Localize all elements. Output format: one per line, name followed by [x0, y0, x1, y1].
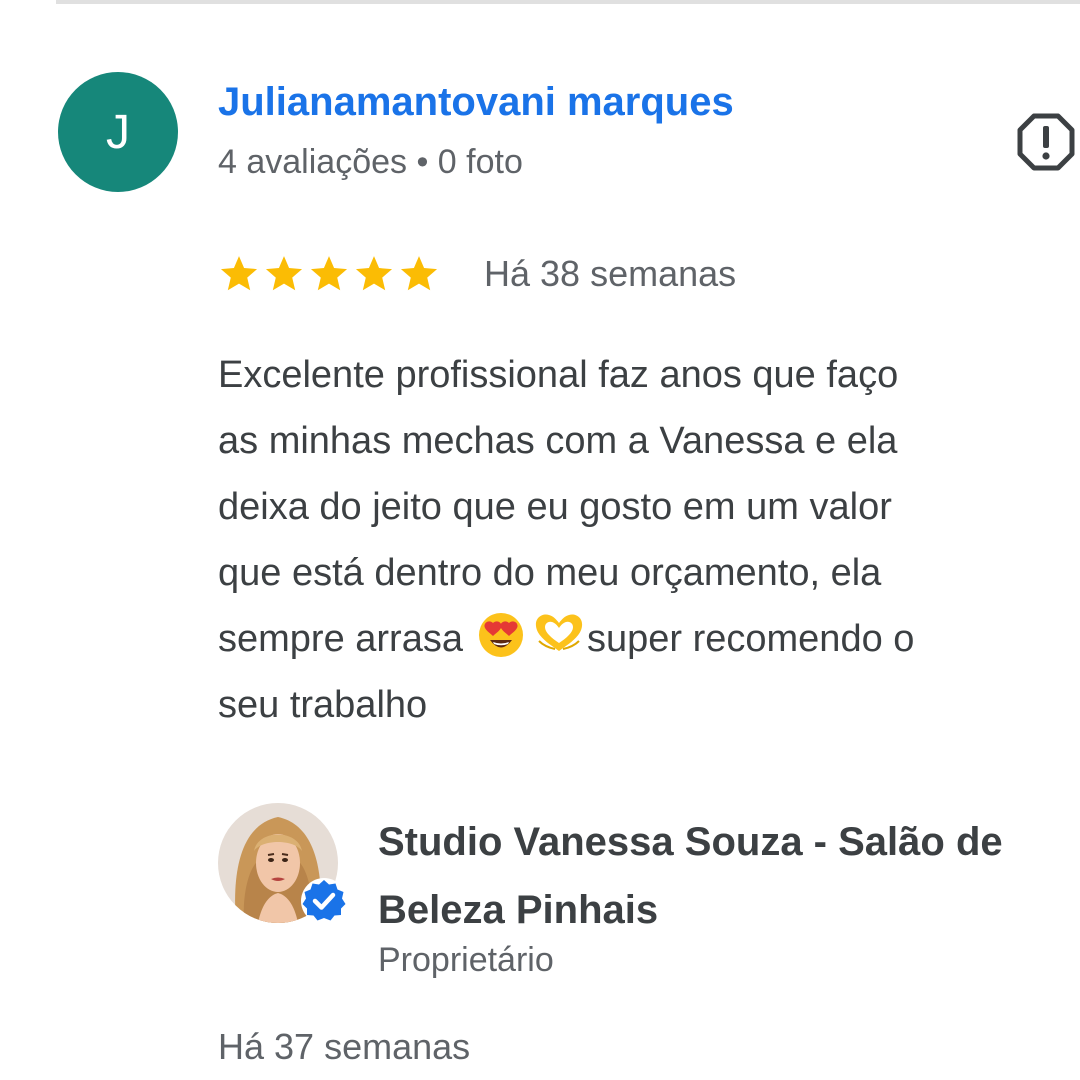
review-text-line: deixa do jeito que eu gosto em um valor [218, 486, 892, 528]
verified-badge-icon [301, 878, 347, 924]
report-flag-icon[interactable] [1014, 110, 1078, 174]
star-icon [265, 256, 303, 291]
review-text-line: Excelente profissional faz anos que faço [218, 354, 899, 396]
owner-name-line: Studio Vanessa Souza - Salão de [378, 820, 1003, 864]
avatar-initial: J [106, 105, 130, 159]
review-text-line-with-emoji: sempre arrasa super recomendo o [218, 606, 1080, 672]
reviewer-meta: 4 avaliações • 0 foto [218, 143, 523, 181]
review-text-line: as minhas mechas com a Vanessa e ela [218, 420, 898, 462]
review-text-line: que está dentro do meu orçamento, ela [218, 552, 882, 594]
review-text-segment: sempre arrasa [218, 618, 463, 660]
star-icon [400, 256, 438, 291]
star-icon [310, 256, 348, 291]
owner-role: Proprietário [378, 941, 554, 979]
star-icon [355, 256, 393, 291]
owner-name: Studio Vanessa Souza - Salão de Beleza P… [378, 808, 1080, 944]
heart-hands-emoji-icon [535, 614, 583, 651]
heart-eyes-emoji-icon [478, 613, 523, 657]
review-date: Há 38 semanas [484, 253, 737, 294]
review-text: Excelente profissional faz anos que faço… [218, 342, 1080, 738]
reviewer-avatar[interactable]: J [58, 72, 178, 192]
owner-name-line: Beleza Pinhais [378, 888, 659, 932]
rating-row: Há 38 semanas [218, 248, 736, 300]
star-rating [218, 253, 440, 295]
review-text-line: seu trabalho [218, 684, 428, 726]
review-card: J Julianamantovani marques 4 avaliações … [0, 0, 1080, 1080]
review-text-segment: super recomendo o [586, 618, 915, 660]
reply-date: Há 37 semanas [218, 1026, 471, 1067]
star-icon [220, 256, 258, 291]
reviewer-name-link[interactable]: Julianamantovani marques [218, 80, 734, 125]
divider [56, 0, 1080, 4]
